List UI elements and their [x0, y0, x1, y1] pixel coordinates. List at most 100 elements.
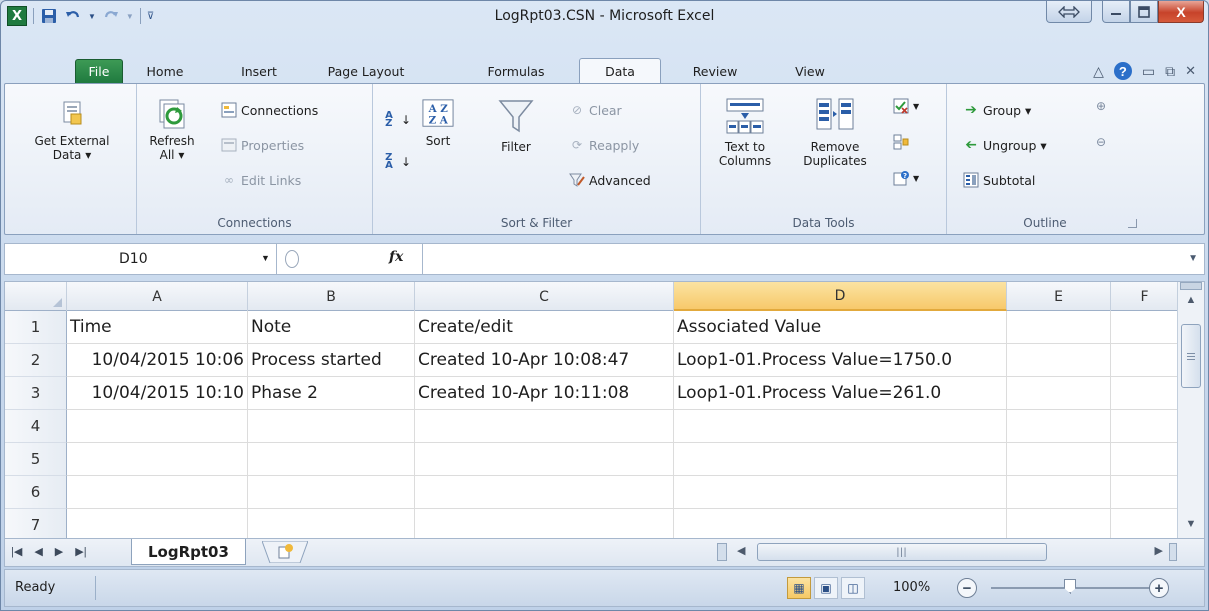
normal-view-icon[interactable]: ▦ [787, 577, 811, 599]
scroll-left-icon[interactable]: ◀ [737, 544, 745, 557]
sort-button[interactable]: A ZZ A Sort [411, 98, 465, 148]
tab-formulas[interactable]: Formulas [471, 59, 561, 83]
cell-c3[interactable]: Created 10-Apr 10:11:08 [415, 377, 674, 410]
cell-f7[interactable] [1111, 509, 1179, 538]
insert-function-icon[interactable]: fx [389, 249, 403, 265]
cell-e6[interactable] [1007, 476, 1111, 509]
refresh-all-button[interactable]: Refresh All ▾ [145, 98, 199, 162]
consolidate-button[interactable] [893, 134, 909, 150]
select-all-button[interactable] [5, 282, 67, 311]
cell-e5[interactable] [1007, 443, 1111, 476]
cell-c5[interactable] [415, 443, 674, 476]
scroll-up-icon[interactable]: ▲ [1178, 294, 1204, 310]
ungroup-button[interactable]: ➔ Ungroup ▾ [963, 137, 1046, 153]
what-if-analysis-button[interactable]: ? ▼ [893, 170, 919, 186]
formula-bar-resize-icon[interactable] [285, 250, 299, 268]
cell-c6[interactable] [415, 476, 674, 509]
help-icon[interactable]: ? [1113, 62, 1132, 80]
cell-a4[interactable] [67, 410, 248, 443]
cell-a2[interactable]: 10/04/2015 10:06 [67, 344, 248, 377]
cell-c2[interactable]: Created 10-Apr 10:08:47 [415, 344, 674, 377]
cell-e7[interactable] [1007, 509, 1111, 538]
tab-insert[interactable]: Insert [229, 59, 289, 83]
workbook-close-icon[interactable]: ✕ [1185, 63, 1196, 79]
cell-a6[interactable] [67, 476, 248, 509]
cell-b2[interactable]: Process started [248, 344, 415, 377]
row-header[interactable]: 4 [5, 410, 67, 443]
text-to-columns-button[interactable]: Text to Columns [709, 96, 781, 168]
column-header-d[interactable]: D [674, 282, 1007, 311]
row-header[interactable]: 2 [5, 344, 67, 377]
clear-filter-button[interactable]: ⊘ Clear [569, 102, 622, 118]
cell-c4[interactable] [415, 410, 674, 443]
connections-button[interactable]: Connections [221, 102, 318, 118]
cell-e3[interactable] [1007, 377, 1111, 410]
first-sheet-icon[interactable]: |◀ [11, 545, 22, 558]
properties-button[interactable]: Properties [221, 137, 304, 153]
workbook-minimize-icon[interactable]: ▭ [1142, 63, 1155, 80]
row-header[interactable]: 6 [5, 476, 67, 509]
page-layout-view-icon[interactable]: ▣ [814, 577, 838, 599]
cell-d2[interactable]: Loop1-01.Process Value=1750.0 [674, 344, 1007, 377]
vertical-split-handle[interactable] [1180, 282, 1202, 290]
sort-a-z-button[interactable]: A Z ↓ [381, 111, 411, 129]
column-header-b[interactable]: B [248, 282, 415, 311]
page-break-preview-icon[interactable]: ◫ [841, 577, 865, 599]
minimize-ribbon-icon[interactable]: △ [1093, 63, 1104, 80]
tab-home[interactable]: Home [135, 59, 195, 83]
workbook-restore-icon[interactable]: ⧉ [1165, 63, 1175, 80]
cell-f4[interactable] [1111, 410, 1179, 443]
cell-f2[interactable] [1111, 344, 1179, 377]
row-header[interactable]: 1 [5, 311, 67, 344]
close-icon[interactable]: X [1158, 1, 1204, 23]
tab-data[interactable]: Data [579, 58, 661, 84]
get-external-data-button[interactable]: Get External Data ▾ [9, 98, 135, 162]
cell-e2[interactable] [1007, 344, 1111, 377]
insert-worksheet-icon[interactable] [259, 541, 311, 563]
sort-z-a-button[interactable]: Z A ↓ [381, 153, 411, 171]
cell-b6[interactable] [248, 476, 415, 509]
cell-e4[interactable] [1007, 410, 1111, 443]
next-sheet-icon[interactable]: ▶ [55, 545, 63, 558]
data-validation-button[interactable]: ▼ [893, 98, 919, 114]
cell-b1[interactable]: Note [248, 311, 415, 344]
hide-detail-button[interactable]: ⊖ [1093, 134, 1109, 150]
row-header[interactable]: 7 [5, 509, 67, 538]
column-header-a[interactable]: A [67, 282, 248, 311]
tab-view[interactable]: View [781, 59, 839, 83]
scroll-down-icon[interactable]: ▼ [1178, 518, 1204, 534]
advanced-filter-button[interactable]: Advanced [569, 172, 651, 188]
horizontal-split-handle[interactable] [717, 543, 727, 561]
worksheet-grid[interactable]: A B C D E F 1 Time Note Create/edit Asso… [4, 281, 1205, 539]
zoom-out-icon[interactable]: − [957, 578, 977, 598]
filter-button[interactable]: Filter [489, 96, 543, 154]
cell-a1[interactable]: Time [67, 311, 248, 344]
column-header-e[interactable]: E [1007, 282, 1111, 311]
cell-f1[interactable] [1111, 311, 1179, 344]
cell-b3[interactable]: Phase 2 [248, 377, 415, 410]
column-header-c[interactable]: C [415, 282, 674, 311]
cell-a7[interactable] [67, 509, 248, 538]
cell-c1[interactable]: Create/edit [415, 311, 674, 344]
cell-b7[interactable] [248, 509, 415, 538]
cell-c7[interactable] [415, 509, 674, 538]
zoom-level[interactable]: 100% [893, 580, 930, 595]
cell-b5[interactable] [248, 443, 415, 476]
tab-page-layout[interactable]: Page Layout [311, 59, 421, 83]
cell-b4[interactable] [248, 410, 415, 443]
prev-sheet-icon[interactable]: ◀ [34, 545, 42, 558]
cell-d1[interactable]: Associated Value [674, 311, 1007, 344]
horizontal-scroll-end-icon[interactable] [1169, 543, 1177, 561]
cell-d7[interactable] [674, 509, 1007, 538]
tab-file[interactable]: File [75, 59, 123, 83]
cell-d3[interactable]: Loop1-01.Process Value=261.0 [674, 377, 1007, 410]
cell-d4[interactable] [674, 410, 1007, 443]
show-detail-button[interactable]: ⊕ [1093, 98, 1109, 114]
remove-duplicates-button[interactable]: Remove Duplicates [793, 96, 877, 168]
name-box-dropdown-icon[interactable]: ▼ [261, 253, 270, 263]
name-box[interactable]: D10 ▼ [5, 244, 277, 274]
cell-e1[interactable] [1007, 311, 1111, 344]
horizontal-scroll-thumb[interactable]: ||| [757, 543, 1047, 561]
vertical-scrollbar[interactable]: ▲ ▼ [1177, 282, 1204, 538]
group-button[interactable]: ➔ Group ▾ [963, 102, 1031, 118]
